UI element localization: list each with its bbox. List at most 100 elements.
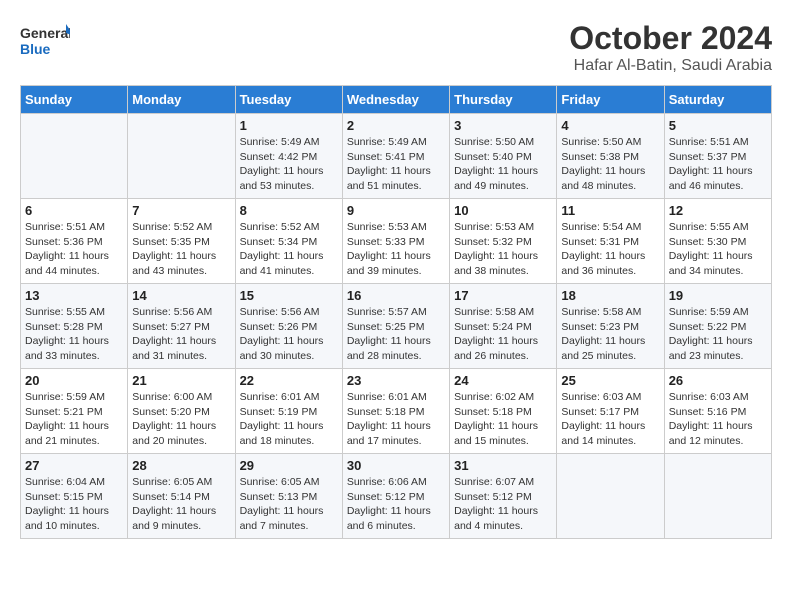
calendar-cell: 10 Sunrise: 5:53 AMSunset: 5:32 PMDaylig… [450, 199, 557, 284]
day-detail: Sunrise: 6:06 AMSunset: 5:12 PMDaylight:… [347, 476, 431, 532]
day-detail: Sunrise: 5:51 AMSunset: 5:36 PMDaylight:… [25, 221, 109, 277]
week-row-2: 6 Sunrise: 5:51 AMSunset: 5:36 PMDayligh… [21, 199, 772, 284]
calendar-cell: 12 Sunrise: 5:55 AMSunset: 5:30 PMDaylig… [664, 199, 771, 284]
calendar-cell: 1 Sunrise: 5:49 AMSunset: 4:42 PMDayligh… [235, 114, 342, 199]
calendar-cell [128, 114, 235, 199]
calendar-cell [664, 454, 771, 539]
day-detail: Sunrise: 5:56 AMSunset: 5:27 PMDaylight:… [132, 306, 216, 362]
day-number: 23 [347, 373, 445, 388]
day-number: 7 [132, 203, 230, 218]
weekday-header-friday: Friday [557, 86, 664, 114]
calendar-cell: 29 Sunrise: 6:05 AMSunset: 5:13 PMDaylig… [235, 454, 342, 539]
day-number: 18 [561, 288, 659, 303]
calendar-cell: 5 Sunrise: 5:51 AMSunset: 5:37 PMDayligh… [664, 114, 771, 199]
day-detail: Sunrise: 6:05 AMSunset: 5:13 PMDaylight:… [240, 476, 324, 532]
day-detail: Sunrise: 5:53 AMSunset: 5:33 PMDaylight:… [347, 221, 431, 277]
calendar-cell: 27 Sunrise: 6:04 AMSunset: 5:15 PMDaylig… [21, 454, 128, 539]
week-row-4: 20 Sunrise: 5:59 AMSunset: 5:21 PMDaylig… [21, 369, 772, 454]
weekday-header-wednesday: Wednesday [342, 86, 449, 114]
day-detail: Sunrise: 5:50 AMSunset: 5:40 PMDaylight:… [454, 136, 538, 192]
calendar-cell [557, 454, 664, 539]
day-number: 11 [561, 203, 659, 218]
calendar-cell: 6 Sunrise: 5:51 AMSunset: 5:36 PMDayligh… [21, 199, 128, 284]
day-number: 22 [240, 373, 338, 388]
calendar-cell: 26 Sunrise: 6:03 AMSunset: 5:16 PMDaylig… [664, 369, 771, 454]
day-detail: Sunrise: 6:01 AMSunset: 5:18 PMDaylight:… [347, 391, 431, 447]
weekday-header-monday: Monday [128, 86, 235, 114]
day-detail: Sunrise: 5:59 AMSunset: 5:21 PMDaylight:… [25, 391, 109, 447]
day-number: 16 [347, 288, 445, 303]
week-row-5: 27 Sunrise: 6:04 AMSunset: 5:15 PMDaylig… [21, 454, 772, 539]
calendar-cell: 9 Sunrise: 5:53 AMSunset: 5:33 PMDayligh… [342, 199, 449, 284]
day-detail: Sunrise: 5:55 AMSunset: 5:28 PMDaylight:… [25, 306, 109, 362]
calendar-cell: 7 Sunrise: 5:52 AMSunset: 5:35 PMDayligh… [128, 199, 235, 284]
location-title: Hafar Al-Batin, Saudi Arabia [569, 57, 772, 75]
day-detail: Sunrise: 5:56 AMSunset: 5:26 PMDaylight:… [240, 306, 324, 362]
day-detail: Sunrise: 5:57 AMSunset: 5:25 PMDaylight:… [347, 306, 431, 362]
calendar-cell: 18 Sunrise: 5:58 AMSunset: 5:23 PMDaylig… [557, 284, 664, 369]
day-detail: Sunrise: 5:54 AMSunset: 5:31 PMDaylight:… [561, 221, 645, 277]
day-number: 14 [132, 288, 230, 303]
day-number: 10 [454, 203, 552, 218]
day-number: 6 [25, 203, 123, 218]
calendar-cell: 4 Sunrise: 5:50 AMSunset: 5:38 PMDayligh… [557, 114, 664, 199]
day-number: 27 [25, 458, 123, 473]
day-number: 21 [132, 373, 230, 388]
day-number: 17 [454, 288, 552, 303]
day-number: 30 [347, 458, 445, 473]
weekday-header-row: SundayMondayTuesdayWednesdayThursdayFrid… [21, 86, 772, 114]
calendar-cell [21, 114, 128, 199]
title-block: October 2024 Hafar Al-Batin, Saudi Arabi… [569, 20, 772, 75]
day-detail: Sunrise: 5:58 AMSunset: 5:23 PMDaylight:… [561, 306, 645, 362]
day-detail: Sunrise: 5:52 AMSunset: 5:35 PMDaylight:… [132, 221, 216, 277]
weekday-header-saturday: Saturday [664, 86, 771, 114]
day-number: 4 [561, 118, 659, 133]
day-detail: Sunrise: 6:01 AMSunset: 5:19 PMDaylight:… [240, 391, 324, 447]
calendar-cell: 19 Sunrise: 5:59 AMSunset: 5:22 PMDaylig… [664, 284, 771, 369]
calendar-cell: 24 Sunrise: 6:02 AMSunset: 5:18 PMDaylig… [450, 369, 557, 454]
weekday-header-thursday: Thursday [450, 86, 557, 114]
day-number: 29 [240, 458, 338, 473]
week-row-1: 1 Sunrise: 5:49 AMSunset: 4:42 PMDayligh… [21, 114, 772, 199]
calendar-cell: 25 Sunrise: 6:03 AMSunset: 5:17 PMDaylig… [557, 369, 664, 454]
svg-text:General: General [20, 25, 70, 41]
day-number: 5 [669, 118, 767, 133]
day-number: 9 [347, 203, 445, 218]
day-number: 3 [454, 118, 552, 133]
calendar-cell: 14 Sunrise: 5:56 AMSunset: 5:27 PMDaylig… [128, 284, 235, 369]
day-detail: Sunrise: 6:03 AMSunset: 5:17 PMDaylight:… [561, 391, 645, 447]
calendar-cell: 30 Sunrise: 6:06 AMSunset: 5:12 PMDaylig… [342, 454, 449, 539]
calendar-cell: 3 Sunrise: 5:50 AMSunset: 5:40 PMDayligh… [450, 114, 557, 199]
day-detail: Sunrise: 5:51 AMSunset: 5:37 PMDaylight:… [669, 136, 753, 192]
weekday-header-sunday: Sunday [21, 86, 128, 114]
day-number: 13 [25, 288, 123, 303]
calendar-cell: 13 Sunrise: 5:55 AMSunset: 5:28 PMDaylig… [21, 284, 128, 369]
svg-text:Blue: Blue [20, 41, 51, 57]
calendar-cell: 31 Sunrise: 6:07 AMSunset: 5:12 PMDaylig… [450, 454, 557, 539]
calendar-cell: 2 Sunrise: 5:49 AMSunset: 5:41 PMDayligh… [342, 114, 449, 199]
day-number: 19 [669, 288, 767, 303]
week-row-3: 13 Sunrise: 5:55 AMSunset: 5:28 PMDaylig… [21, 284, 772, 369]
calendar-cell: 17 Sunrise: 5:58 AMSunset: 5:24 PMDaylig… [450, 284, 557, 369]
day-detail: Sunrise: 5:50 AMSunset: 5:38 PMDaylight:… [561, 136, 645, 192]
calendar-table: SundayMondayTuesdayWednesdayThursdayFrid… [20, 85, 772, 539]
day-detail: Sunrise: 5:52 AMSunset: 5:34 PMDaylight:… [240, 221, 324, 277]
day-number: 31 [454, 458, 552, 473]
day-number: 1 [240, 118, 338, 133]
day-detail: Sunrise: 6:04 AMSunset: 5:15 PMDaylight:… [25, 476, 109, 532]
day-detail: Sunrise: 6:07 AMSunset: 5:12 PMDaylight:… [454, 476, 538, 532]
day-detail: Sunrise: 5:55 AMSunset: 5:30 PMDaylight:… [669, 221, 753, 277]
calendar-cell: 8 Sunrise: 5:52 AMSunset: 5:34 PMDayligh… [235, 199, 342, 284]
day-detail: Sunrise: 5:53 AMSunset: 5:32 PMDaylight:… [454, 221, 538, 277]
calendar-cell: 23 Sunrise: 6:01 AMSunset: 5:18 PMDaylig… [342, 369, 449, 454]
calendar-cell: 20 Sunrise: 5:59 AMSunset: 5:21 PMDaylig… [21, 369, 128, 454]
calendar-cell: 22 Sunrise: 6:01 AMSunset: 5:19 PMDaylig… [235, 369, 342, 454]
day-number: 26 [669, 373, 767, 388]
day-number: 25 [561, 373, 659, 388]
calendar-cell: 21 Sunrise: 6:00 AMSunset: 5:20 PMDaylig… [128, 369, 235, 454]
day-detail: Sunrise: 6:05 AMSunset: 5:14 PMDaylight:… [132, 476, 216, 532]
day-number: 12 [669, 203, 767, 218]
day-number: 2 [347, 118, 445, 133]
day-number: 20 [25, 373, 123, 388]
page-header: General Blue October 2024 Hafar Al-Batin… [20, 20, 772, 75]
